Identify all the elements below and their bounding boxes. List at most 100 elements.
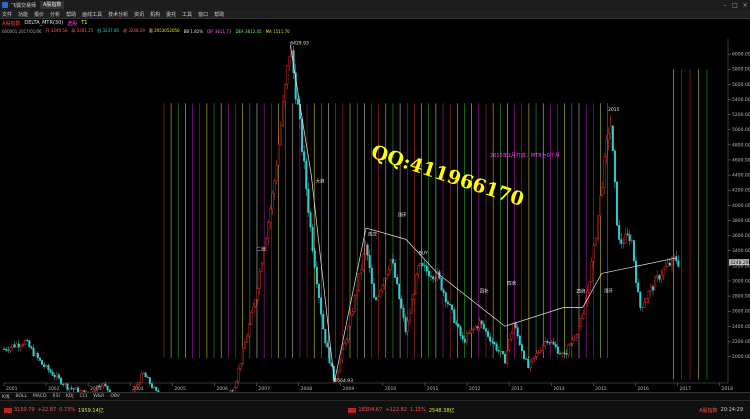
candle-body: [499, 350, 502, 352]
price-tick-label: 4000.00: [732, 203, 750, 209]
quote-close: 收 3248.29: [123, 28, 145, 33]
close-icon[interactable]: ×: [740, 2, 750, 9]
tab-rsi[interactable]: RSI: [53, 394, 60, 399]
candle-body: [603, 156, 606, 189]
tab-kdj[interactable]: KDJ: [66, 394, 74, 399]
candle-body: [381, 285, 384, 291]
candle-body: [580, 318, 583, 327]
candle-body: [62, 383, 65, 386]
status-clock: 20:24:29: [720, 407, 744, 413]
sz-index-value: 18304.67: [358, 407, 383, 413]
sz-index-pct: 1.15%: [409, 407, 426, 413]
tab-macd[interactable]: MACD: [33, 394, 47, 399]
candle-body: [609, 125, 612, 134]
candle-body: [459, 326, 462, 336]
tab-kline[interactable]: K线: [2, 394, 9, 400]
price-tick-label: 4600.00: [732, 157, 750, 163]
candle-body: [377, 296, 380, 300]
tab-cci[interactable]: CCI: [80, 394, 88, 399]
menu-item[interactable]: 文件: [2, 11, 12, 18]
candle-body: [427, 270, 430, 277]
candle-body: [554, 344, 557, 348]
menu-item[interactable]: 窗口: [198, 11, 208, 18]
price-tick-label: 6000.00: [732, 52, 750, 58]
candlestick-chart[interactable]: 6429.93998.231664.93二浪大浪成交顶环BUY回补四浪四浪顶环2…: [0, 35, 750, 392]
status-market[interactable]: A股指数: [699, 407, 717, 414]
candle-body: [30, 346, 33, 349]
candle-body: [383, 277, 386, 286]
candle-body: [641, 307, 644, 309]
indicator-mode: 选股: [67, 20, 78, 27]
price-tick-label: 3800.00: [732, 218, 750, 224]
price-tick-label: 5800.00: [732, 67, 750, 73]
candle-body: [658, 275, 661, 280]
quote-ma: MA 1511.70: [265, 28, 290, 34]
candle-body: [550, 341, 553, 344]
candle-body: [419, 263, 422, 266]
candle-body: [66, 383, 69, 390]
candle-body: [442, 289, 445, 293]
candle-body: [548, 342, 551, 344]
candle-body: [476, 326, 479, 329]
menu-item[interactable]: 画线工具: [82, 11, 102, 18]
candle-body: [273, 180, 276, 194]
candle-body: [394, 262, 397, 278]
sz-index-amount: 2548.38亿: [428, 407, 455, 414]
menu-item[interactable]: 委托: [166, 11, 176, 18]
candle-body: [70, 387, 73, 389]
candle-body: [5, 348, 8, 351]
maximize-icon[interactable]: □: [730, 2, 740, 9]
candle-body: [353, 295, 356, 312]
window-tab[interactable]: A股指数: [40, 1, 65, 9]
candle-body: [546, 340, 549, 343]
candle-body: [408, 312, 411, 322]
candle-body: [584, 302, 587, 314]
candle-body: [34, 352, 37, 357]
candle-body: [512, 323, 515, 334]
wave-annotation: 成交: [368, 231, 377, 238]
price-tick-label: 3000.00: [732, 278, 750, 284]
cycle-lines: [163, 69, 708, 380]
candle-body: [322, 313, 325, 330]
candle-body: [26, 340, 29, 342]
wave-line: [289, 44, 335, 382]
minimize-icon[interactable]: –: [720, 2, 730, 9]
candle-body: [628, 234, 631, 241]
candle-body: [379, 290, 382, 298]
menu-item[interactable]: 工具: [182, 11, 192, 18]
candle-body: [284, 84, 287, 103]
candle-body: [47, 364, 50, 371]
candle-body: [364, 244, 367, 255]
menu-item[interactable]: 技术分析: [108, 11, 128, 18]
menu-item[interactable]: 机构: [150, 11, 160, 18]
menu-item[interactable]: 帮助: [66, 11, 76, 18]
candle-body: [573, 337, 576, 340]
candle-body: [358, 273, 361, 291]
candle-body: [396, 277, 399, 285]
tab-obv[interactable]: OBV: [110, 394, 120, 399]
candle-body: [647, 291, 650, 299]
candle-body: [41, 360, 44, 365]
candle-body: [146, 376, 149, 378]
menu-item[interactable]: 资讯: [134, 11, 144, 18]
price-tick-label: 4200.00: [732, 188, 750, 194]
tab-boll[interactable]: BOLL: [15, 394, 27, 399]
tab-wr[interactable]: W&R: [93, 394, 104, 399]
index-name: A股指数: [2, 20, 21, 27]
candle-body: [577, 326, 580, 335]
candle-body: [544, 340, 547, 346]
candle-body: [622, 242, 625, 244]
candle-body: [282, 101, 285, 126]
menu-item[interactable]: 报价: [34, 11, 44, 18]
menu-item[interactable]: 功能: [18, 11, 28, 18]
current-price-label: 3248.29: [730, 260, 749, 266]
menu-bar: 文件 功能 报价 分析 帮助 画线工具 技术分析 资讯 机构 委托 工具 窗口 …: [0, 10, 750, 19]
candle-body: [535, 353, 538, 357]
candle-body: [478, 320, 481, 329]
menu-item[interactable]: 分析: [50, 11, 60, 18]
quote-high: 高 3261.25: [71, 28, 94, 33]
candle-body: [446, 301, 449, 305]
candle-body: [277, 143, 280, 166]
candle-body: [22, 344, 25, 346]
menu-item[interactable]: 帮助: [214, 11, 224, 18]
